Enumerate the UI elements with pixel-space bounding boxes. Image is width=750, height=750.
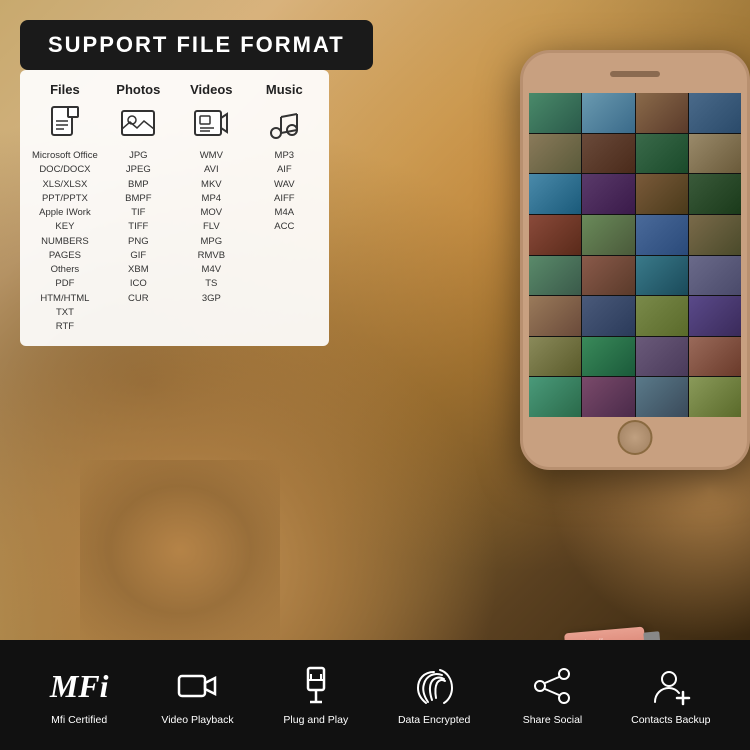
main-container: SUPPORT FILE FORMAT Files Microsoft Offi… <box>0 0 750 750</box>
photo-cell <box>689 215 741 255</box>
videos-column: Videos WMVAVIMKVMP4MOVFLVMPGRMVBM4VTS3GP <box>179 82 244 334</box>
photo-cell <box>636 93 688 133</box>
photo-cell <box>636 256 688 296</box>
mfi-icon: MFi <box>57 664 101 708</box>
videos-icon <box>191 103 231 143</box>
files-list: Microsoft OfficeDOC/DOCXXLS/XLSXPPT/PPTX… <box>32 149 98 334</box>
photo-cell <box>636 337 688 377</box>
photo-cell <box>529 215 581 255</box>
photo-cell <box>636 134 688 174</box>
videos-list: WMVAVIMKVMP4MOVFLVMPGRMVBM4VTS3GP <box>179 149 244 306</box>
fingerprint-icon <box>412 664 456 708</box>
photo-cell <box>689 337 741 377</box>
photo-cell <box>582 134 634 174</box>
usb-icon <box>294 664 338 708</box>
phone-speaker <box>610 71 660 77</box>
photo-cell <box>529 256 581 296</box>
music-list: MP3AIFWAVAIFFM4AACC <box>252 149 317 235</box>
photo-cell <box>529 134 581 174</box>
wrist-area <box>80 460 280 640</box>
mfi-label: Mfi Certified <box>51 714 107 726</box>
bottom-item-share: Share Social <box>493 664 611 726</box>
photos-icon <box>118 103 158 143</box>
contacts-label: Contacts Backup <box>631 714 710 726</box>
files-icon <box>45 103 85 143</box>
header-banner: SUPPORT FILE FORMAT <box>20 20 373 70</box>
bottom-item-plug: Plug and Play <box>257 664 375 726</box>
photo-cell <box>582 296 634 336</box>
phone-home-button[interactable] <box>618 420 653 455</box>
photo-cell <box>529 93 581 133</box>
videos-header: Videos <box>179 82 244 97</box>
photo-cell <box>529 296 581 336</box>
photo-cell <box>582 256 634 296</box>
photo-cell <box>636 296 688 336</box>
photo-cell <box>582 377 634 417</box>
phone-container <box>440 30 750 630</box>
photos-column: Photos JPGJPEGBMPBMPFTIFTIFFPNGGIFXBMICO… <box>106 82 171 334</box>
share-label: Share Social <box>523 714 583 726</box>
photo-cell <box>582 93 634 133</box>
photo-cell <box>582 174 634 214</box>
header-title: SUPPORT FILE FORMAT <box>48 32 345 58</box>
photo-cell <box>689 256 741 296</box>
photo-cell <box>582 337 634 377</box>
person-add-icon <box>649 664 693 708</box>
bottom-item-video: Video Playback <box>138 664 256 726</box>
files-header: Files <box>32 82 98 97</box>
photos-header: Photos <box>106 82 171 97</box>
photo-cell <box>636 174 688 214</box>
files-column: Files Microsoft OfficeDOC/DOCXXLS/XLSXPP… <box>32 82 98 334</box>
bottom-item-contacts: Contacts Backup <box>612 664 730 726</box>
plug-label: Plug and Play <box>283 714 348 726</box>
video-label: Video Playback <box>161 714 233 726</box>
bottom-bar: MFi Mfi Certified Video Playback <box>0 640 750 750</box>
share-icon <box>530 664 574 708</box>
photos-list: JPGJPEGBMPBMPFTIFTIFFPNGGIFXBMICOCUR <box>106 149 171 306</box>
photo-cell <box>582 215 634 255</box>
photo-cell <box>636 215 688 255</box>
photo-cell <box>529 174 581 214</box>
camera-icon <box>175 664 219 708</box>
format-table: Files Microsoft OfficeDOC/DOCXXLS/XLSXPP… <box>20 70 329 346</box>
photo-cell <box>636 377 688 417</box>
phone-frame <box>520 50 750 470</box>
music-icon <box>264 103 304 143</box>
photo-cell <box>689 93 741 133</box>
photo-cell <box>689 174 741 214</box>
bottom-item-mfi: MFi Mfi Certified <box>20 664 138 726</box>
photo-cell <box>529 377 581 417</box>
encrypted-label: Data Encrypted <box>398 714 470 726</box>
photo-cell <box>529 337 581 377</box>
photo-cell <box>689 377 741 417</box>
photo-cell <box>689 296 741 336</box>
music-column: Music MP3AIFWAVAIFFM4AACC <box>252 82 317 334</box>
phone-screen <box>529 93 741 417</box>
photo-cell <box>689 134 741 174</box>
bottom-item-encrypted: Data Encrypted <box>375 664 493 726</box>
music-header: Music <box>252 82 317 97</box>
